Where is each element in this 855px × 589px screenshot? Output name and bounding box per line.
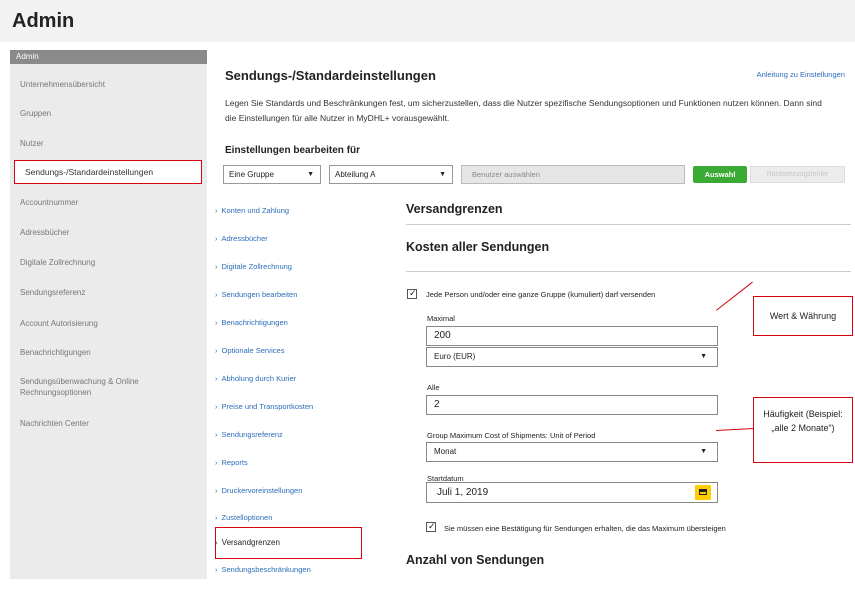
sidebar-item-account-authorization[interactable]: Account Autorisierung [10, 319, 207, 328]
subnav-item-shipping-limits[interactable]: › Versandgrenzen [215, 538, 280, 547]
callout-frequency: Häufigkeit (Beispiel: „alle 2 Monate“) [753, 397, 853, 463]
sidebar-item-digital-invoice[interactable]: Digitale Zollrechnung [10, 258, 207, 267]
subnav-item-edit-shipments[interactable]: › Sendungen bearbeiten [215, 290, 297, 299]
subnav-item-accounts-payment[interactable]: › Konten und Zahlung [215, 206, 289, 215]
chevron-right-icon: › [215, 513, 218, 522]
chevron-right-icon: › [215, 565, 218, 574]
callout-value-currency: Wert & Währung [753, 296, 853, 336]
max-label: Maximal [427, 314, 455, 323]
confirm-checkbox-label: Sie müssen eine Bestätigung für Sendunge… [444, 524, 726, 533]
chevron-right-icon: › [215, 206, 218, 215]
subnav-item-reports[interactable]: › Reports [215, 458, 248, 467]
subnav-item-delivery-options[interactable]: › Zustelloptionen [215, 513, 272, 522]
subnav-item-notifications[interactable]: › Benachrichtigungen [215, 318, 288, 327]
checkmark-icon: ✓ [409, 288, 417, 298]
chevron-right-icon: › [215, 486, 218, 495]
group-select[interactable]: Eine Gruppe ▼ [223, 165, 321, 184]
top-bar: Admin [0, 0, 855, 42]
user-select-input[interactable]: Benutzer auswählen [461, 165, 685, 184]
calendar-icon[interactable] [695, 485, 711, 500]
app-title: Admin [12, 10, 75, 32]
subnav-item-shipment-restrictions[interactable]: › Sendungsbeschränkungen [215, 565, 311, 574]
period-label: Group Maximum Cost of Shipments: Unit of… [427, 431, 596, 440]
chevron-right-icon: › [215, 374, 218, 383]
sidebar-item-company-overview[interactable]: Unternehmensübersicht [10, 80, 207, 89]
sidebar-header: Admin [10, 50, 207, 64]
department-select-value: Abteilung A [335, 170, 376, 179]
sidebar-item-shipment-settings[interactable]: Sendungs-/Standardeinstellungen [14, 160, 202, 184]
max-value-input[interactable]: 200 [426, 326, 718, 346]
currency-select[interactable]: Euro (EUR) ▼ [426, 347, 718, 367]
every-label: Alle [427, 383, 440, 392]
caret-down-icon: ▼ [700, 448, 707, 455]
sidebar-item-address-books[interactable]: Adressbücher [10, 228, 207, 237]
caret-down-icon: ▼ [439, 171, 446, 178]
cost-limit-checkbox[interactable]: ✓ [407, 288, 417, 299]
cost-limit-checkbox-label: Jede Person und/oder eine ganze Gruppe (… [426, 290, 656, 299]
period-select[interactable]: Monat ▼ [426, 442, 718, 462]
count-section-title: Anzahl von Sendungen [406, 553, 545, 567]
subnav-item-optional-services[interactable]: › Optionale Services [215, 346, 284, 355]
confirm-checkbox[interactable]: ✓ [426, 521, 436, 532]
intro-text: Legen Sie Standards und Beschränkungen f… [225, 98, 822, 123]
section-divider [406, 224, 851, 225]
every-value-input[interactable]: 2 [426, 395, 718, 415]
sidebar: Admin Unternehmensübersicht Gruppen Nutz… [10, 50, 207, 579]
department-select[interactable]: Abteilung A ▼ [329, 165, 453, 184]
shipping-limits-title: Versandgrenzen [406, 202, 503, 216]
start-date-value: Juli 1, 2019 [437, 487, 489, 498]
sidebar-item-users[interactable]: Nutzer [10, 139, 207, 148]
checkmark-icon: ✓ [428, 521, 436, 531]
chevron-right-icon: › [215, 538, 218, 547]
sidebar-item-notifications[interactable]: Benachrichtigungen [10, 348, 207, 357]
reset-button[interactable]: Rücksetzungsfehler [750, 166, 845, 183]
chevron-right-icon: › [215, 318, 218, 327]
chevron-right-icon: › [215, 290, 218, 299]
section-divider [406, 271, 851, 272]
chevron-right-icon: › [215, 402, 218, 411]
sidebar-item-groups[interactable]: Gruppen [10, 109, 207, 118]
currency-select-value: Euro (EUR) [434, 352, 476, 361]
start-date-input[interactable]: Juli 1, 2019 [426, 482, 718, 503]
sidebar-item-shipment-reference[interactable]: Sendungsreferenz [10, 288, 207, 297]
chevron-right-icon: › [215, 262, 218, 271]
edit-for-label: Einstellungen bearbeiten für [225, 145, 361, 156]
sidebar-item-tracking-billing[interactable]: Sendungsübenwachung & Online Rechnungsop… [10, 376, 180, 398]
chevron-right-icon: › [215, 458, 218, 467]
caret-down-icon: ▼ [307, 171, 314, 178]
subnav-item-prices-transport[interactable]: › Preise und Transportkosten [215, 402, 313, 411]
subnav-item-courier-pickup[interactable]: › Abholung durch Kurier [215, 374, 296, 383]
subnav-item-printer-settings[interactable]: › Druckervoreinstellungen [215, 486, 302, 495]
select-button[interactable]: Auswahl [693, 166, 747, 183]
chevron-right-icon: › [215, 234, 218, 243]
caret-down-icon: ▼ [700, 353, 707, 360]
subnav-item-shipment-reference[interactable]: › Sendungsreferenz [215, 430, 283, 439]
chevron-right-icon: › [215, 346, 218, 355]
help-link[interactable]: Anleitung zu Einstellungen [757, 70, 845, 79]
page-title: Sendungs-/Standardeinstellungen [225, 68, 436, 83]
sidebar-item-account-number[interactable]: Accountnummer [10, 198, 207, 207]
subnav-item-address-books[interactable]: › Adressbücher [215, 234, 268, 243]
subnav-item-digital-invoice[interactable]: › Digitale Zollrechnung [215, 262, 292, 271]
chevron-right-icon: › [215, 430, 218, 439]
cost-section-title: Kosten aller Sendungen [406, 240, 550, 254]
group-select-value: Eine Gruppe [229, 170, 274, 179]
sidebar-item-message-center[interactable]: Nachrichten Center [10, 419, 207, 428]
period-select-value: Monat [434, 447, 457, 456]
